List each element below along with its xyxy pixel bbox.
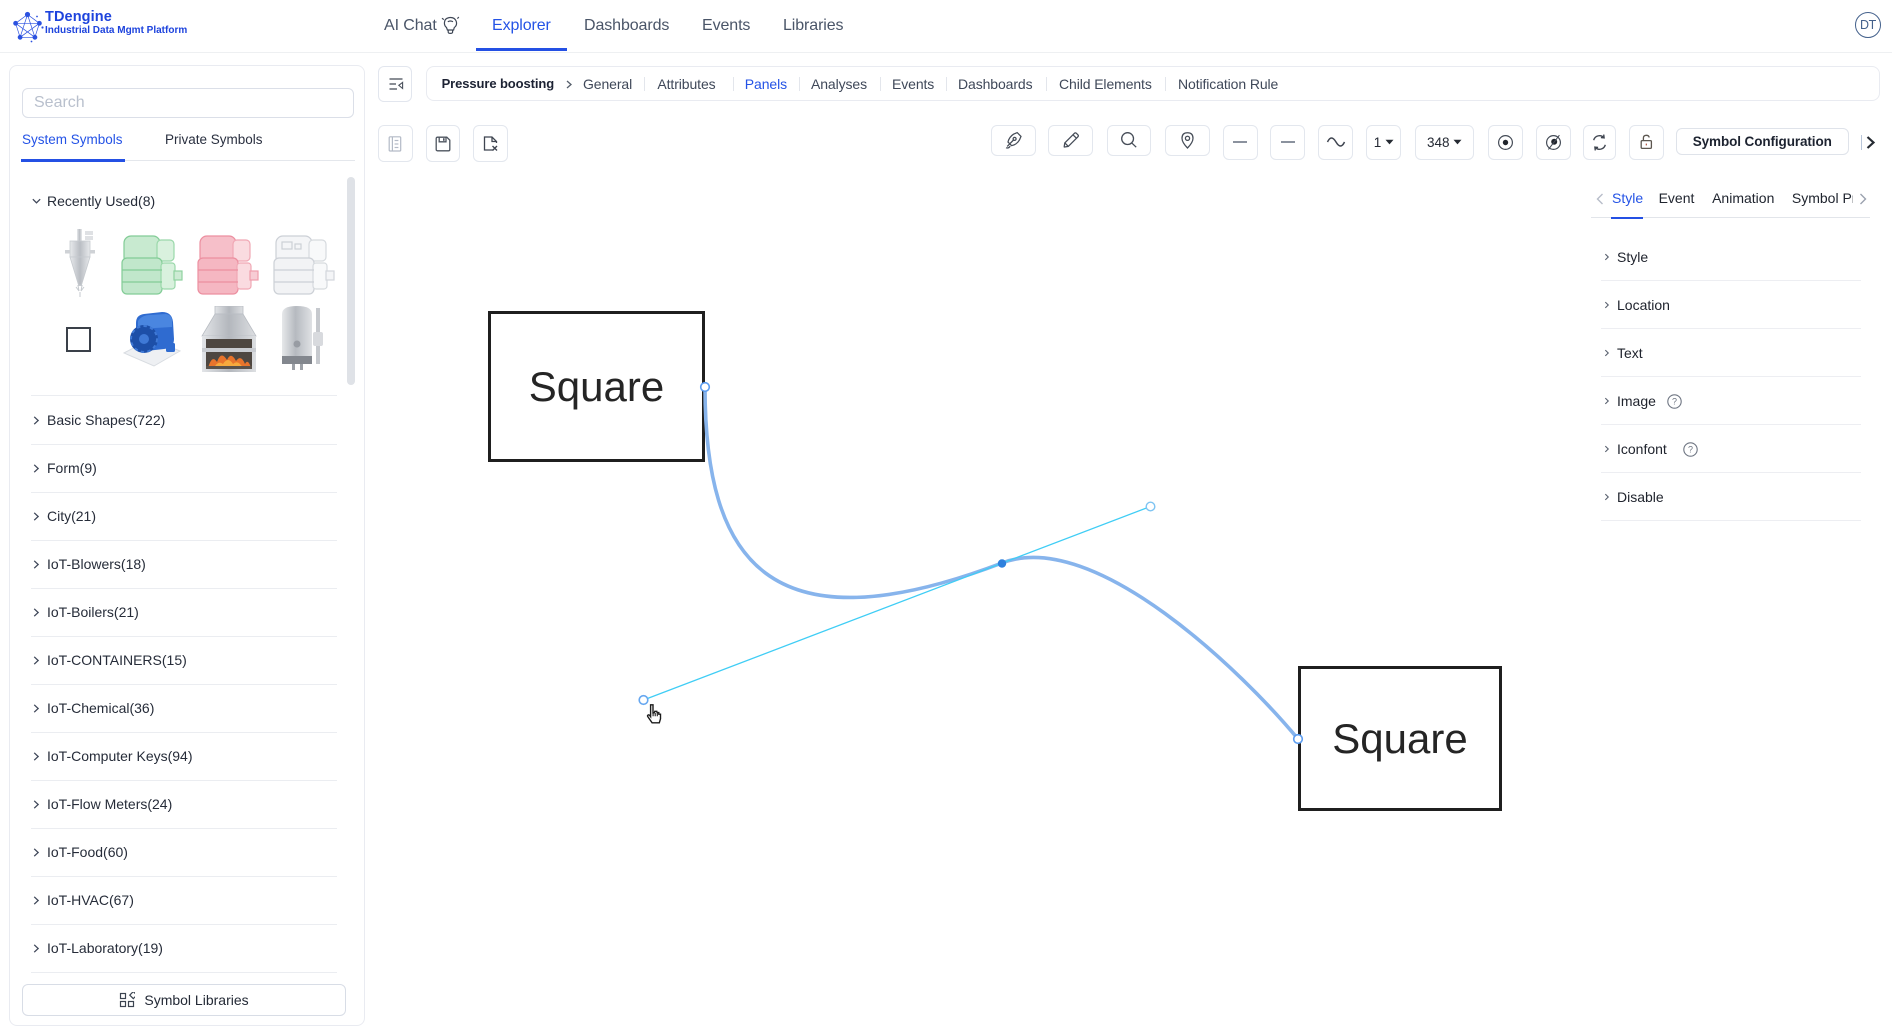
svg-text:?: ? — [1688, 445, 1693, 455]
svg-text:?: ? — [1672, 397, 1677, 407]
